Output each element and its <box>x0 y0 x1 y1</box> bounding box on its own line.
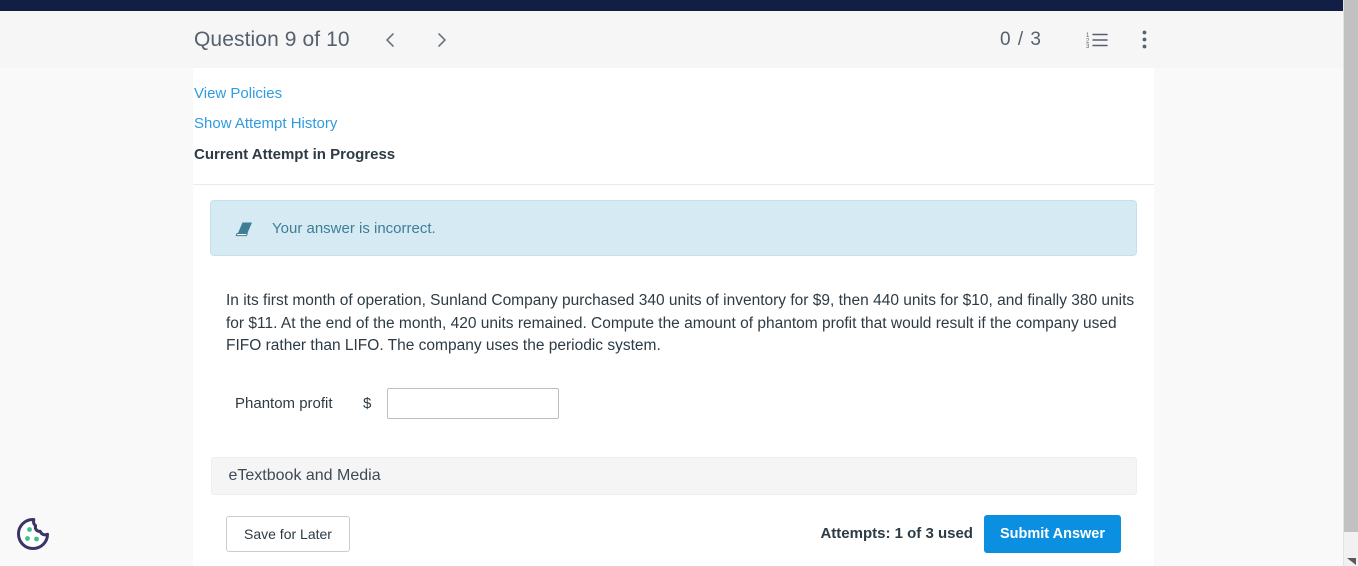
card-footer: Save for Later Attempts: 1 of 3 used Sub… <box>226 514 1121 566</box>
view-policies-link[interactable]: View Policies <box>194 79 1154 109</box>
scroll-down-arrow-icon[interactable] <box>1346 553 1357 565</box>
page-title: Question 9 of 10 <box>194 27 350 51</box>
question-text: In its first month of operation, Sunland… <box>226 292 1135 354</box>
current-attempt-heading: Current Attempt in Progress <box>194 146 396 163</box>
phantom-profit-input[interactable] <box>387 387 560 419</box>
submit-answer-button[interactable]: Submit Answer <box>983 514 1121 553</box>
page-scrollbar[interactable] <box>1343 0 1358 566</box>
svg-text:3: 3 <box>1086 44 1090 49</box>
save-for-later-button[interactable]: Save for Later <box>226 515 350 552</box>
attempt-links: View Policies Show Attempt History Curre… <box>193 68 1154 184</box>
question-navigation <box>378 28 454 52</box>
card-body: Your answer is incorrect. In its first m… <box>193 185 1154 566</box>
eraser-icon <box>233 217 255 239</box>
answer-row: Phantom profit $ <box>235 387 1138 419</box>
cookie-consent-icon[interactable] <box>10 511 55 556</box>
alert-message: Your answer is incorrect. <box>272 219 436 237</box>
submit-group: Attempts: 1 of 3 used Submit Answer <box>820 514 1121 553</box>
question-card: View Policies Show Attempt History Curre… <box>193 68 1154 566</box>
currency-symbol: $ <box>363 394 372 412</box>
attempts-status: Attempts: 1 of 3 used <box>820 525 973 542</box>
incorrect-answer-alert: Your answer is incorrect. <box>210 200 1137 256</box>
numbered-list-icon[interactable]: 1 2 3 <box>1084 27 1110 53</box>
etextbook-label: eTextbook and Media <box>228 466 381 484</box>
header-actions: 0 / 3 1 2 3 <box>1000 27 1158 53</box>
show-attempt-history-link[interactable]: Show Attempt History <box>194 109 1154 139</box>
question-header: Question 9 of 10 0 / 3 1 2 3 <box>0 11 1343 68</box>
top-navigation-bar <box>0 0 1343 11</box>
etextbook-and-media-bar[interactable]: eTextbook and Media <box>210 456 1137 495</box>
chevron-right-icon[interactable] <box>430 28 454 52</box>
score-display: 0 / 3 <box>1000 28 1042 50</box>
kebab-menu-icon[interactable] <box>1132 27 1158 53</box>
chevron-left-icon[interactable] <box>378 28 402 52</box>
scrollbar-thumb[interactable] <box>1344 0 1358 532</box>
answer-label: Phantom profit <box>235 394 333 412</box>
